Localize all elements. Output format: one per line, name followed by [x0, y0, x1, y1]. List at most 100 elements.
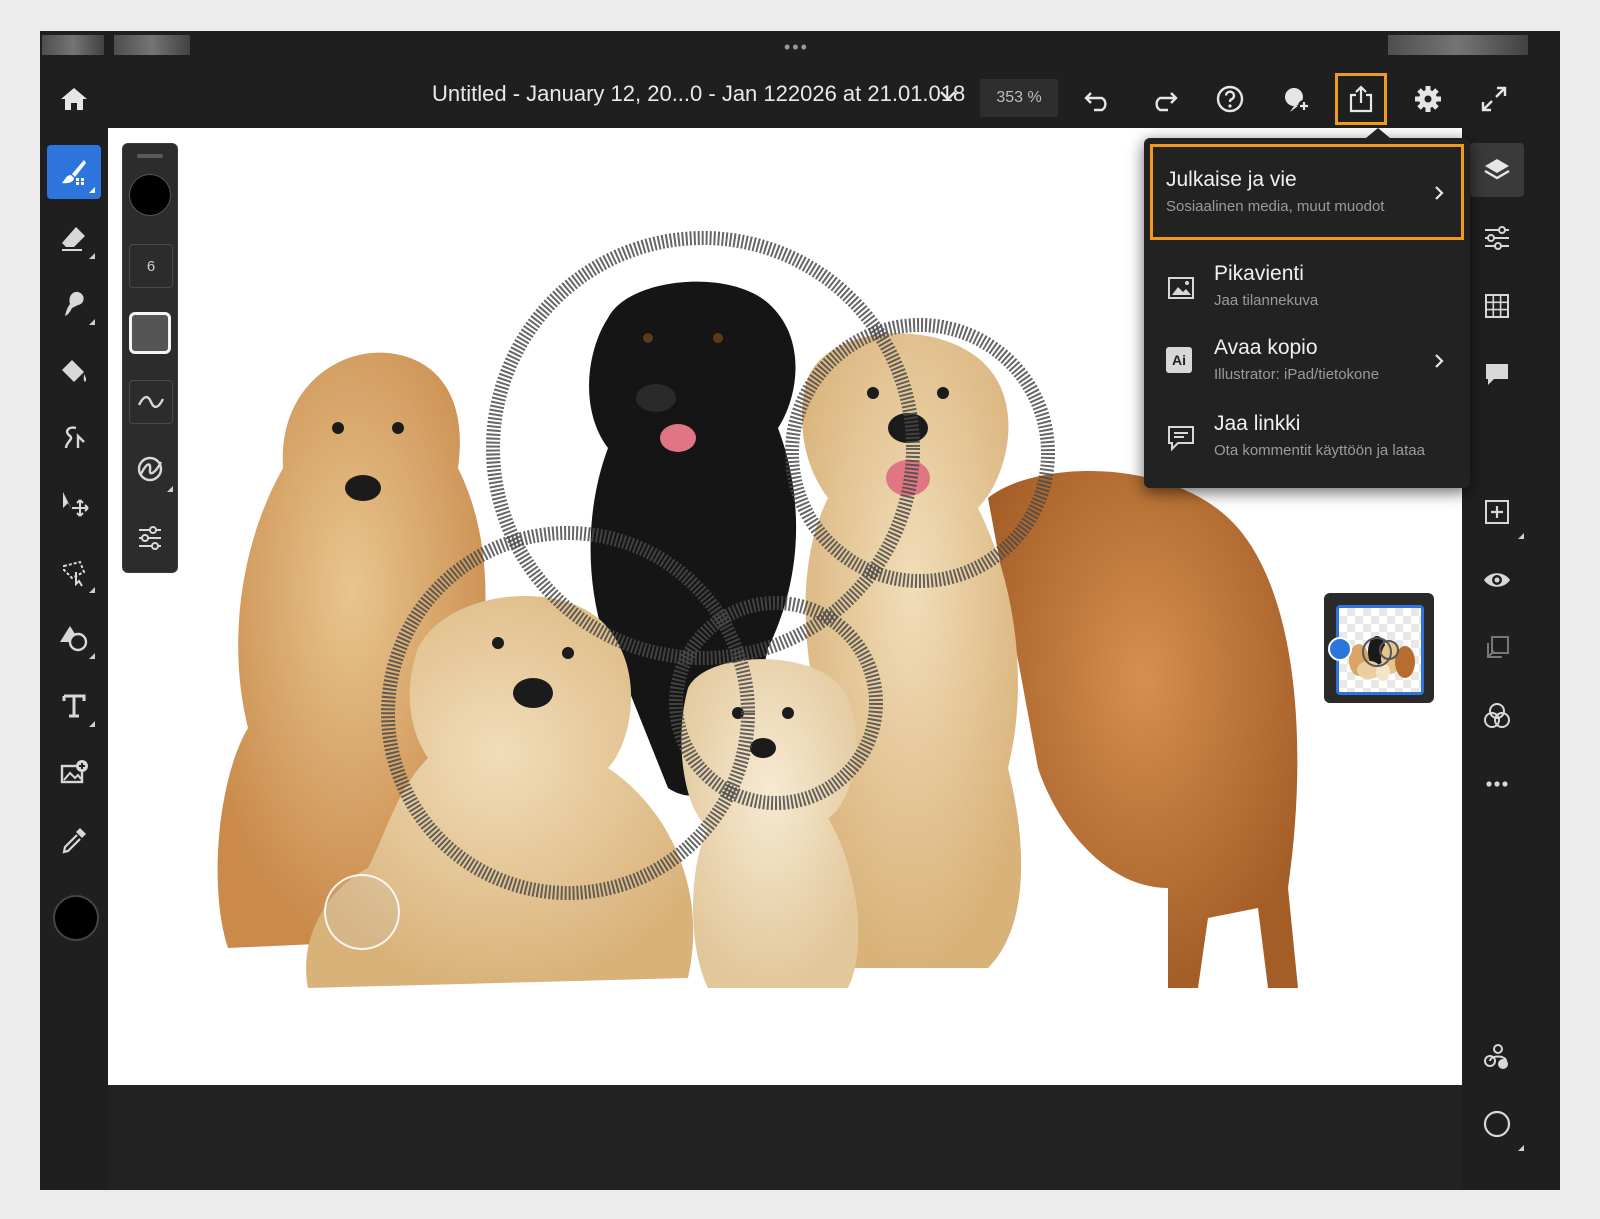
adjustments-icon [1485, 226, 1509, 250]
help-button[interactable] [1204, 73, 1256, 125]
layer-visibility-button[interactable] [1470, 553, 1524, 607]
livestream-button[interactable] [1470, 1029, 1524, 1083]
share-button[interactable] [1335, 73, 1387, 125]
comment-icon [1168, 426, 1194, 452]
grid-button[interactable] [1470, 279, 1524, 333]
redo-icon [1155, 92, 1178, 112]
selection-mode-button[interactable] [1470, 1097, 1524, 1151]
brush-size-field[interactable]: 6 [129, 244, 173, 288]
panel-drag-handle[interactable] [137, 154, 163, 158]
status-blur-right [1388, 35, 1528, 55]
brush-color-button[interactable] [129, 174, 171, 216]
brush-icon [62, 160, 86, 185]
paint-bucket-icon [62, 360, 87, 382]
smudge-tool[interactable] [47, 277, 101, 331]
layers-icon [1484, 159, 1510, 180]
invite-icon [1285, 88, 1310, 112]
status-blur-left [42, 35, 104, 55]
brush-library-icon [137, 456, 163, 482]
undo-icon [1084, 92, 1107, 112]
menu-item-publish-export[interactable]: Julkaise ja vie Sosiaalinen media, muut … [1150, 144, 1464, 240]
opacity-swatch [129, 312, 171, 354]
chevron-right-icon [1435, 354, 1444, 368]
menu-item-quick-export[interactable]: Pikavienti Jaa tilannekuva [1150, 256, 1464, 320]
home-button[interactable] [48, 73, 100, 125]
menu-item-title: Julkaise ja vie [1166, 168, 1297, 191]
place-image-tool[interactable] [47, 745, 101, 799]
eraser-icon [62, 227, 85, 251]
people-icon [1484, 1044, 1508, 1069]
brush-tool[interactable] [47, 145, 101, 199]
chevron-down-icon[interactable] [935, 83, 961, 109]
type-tool[interactable] [47, 679, 101, 733]
brush-opacity-button[interactable] [129, 312, 171, 354]
more-options-button[interactable] [1470, 757, 1524, 811]
foreground-color-swatch[interactable] [53, 895, 99, 941]
menu-item-subtitle: Illustrator: iPad/tietokone [1214, 366, 1380, 383]
eyedropper-tool[interactable] [47, 813, 101, 867]
eyedropper-icon [62, 828, 86, 854]
gear-icon [1415, 86, 1441, 112]
sliders-icon [139, 526, 161, 550]
share-menu: Julkaise ja vie Sosiaalinen media, muut … [1144, 128, 1470, 488]
menu-item-subtitle: Ota kommentit käyttöön ja lataa [1214, 442, 1425, 459]
stroke-icon [137, 395, 165, 409]
menu-item-title: Jaa linkki [1214, 412, 1301, 435]
layers-button[interactable] [1470, 143, 1524, 197]
redo-button[interactable] [1138, 73, 1190, 125]
circle-icon [1483, 1110, 1511, 1138]
eye-icon [1484, 573, 1510, 587]
blend-mode-button[interactable] [1470, 689, 1524, 743]
lasso-icon [63, 560, 86, 587]
document-title[interactable]: Untitled - January 12, 20...0 - Jan 1220… [432, 81, 965, 107]
chevron-right-icon [1435, 186, 1444, 200]
layers-thumbnail-panel [1324, 593, 1434, 703]
image-add-icon [60, 760, 88, 784]
menu-item-share-link[interactable]: Jaa linkki Ota kommentit käyttöön ja lat… [1150, 406, 1464, 470]
more-icon [1486, 781, 1508, 787]
layer-thumbnail-handle[interactable] [1328, 637, 1352, 661]
layer-properties-button[interactable] [1470, 211, 1524, 265]
move-tool[interactable] [47, 477, 101, 531]
brush-properties-panel: 6 [122, 143, 178, 573]
settings-button[interactable] [1402, 73, 1454, 125]
brush-stroke-button[interactable] [129, 380, 173, 424]
add-layer-icon [1485, 500, 1509, 524]
fullscreen-icon [1481, 86, 1507, 112]
brush-color-swatch [129, 174, 171, 216]
share-icon [1349, 85, 1373, 113]
fullscreen-button[interactable] [1468, 73, 1520, 125]
bottom-bar [108, 1085, 1462, 1190]
type-icon [62, 694, 86, 718]
brush-library-button[interactable] [129, 448, 173, 492]
brush-settings-button[interactable] [129, 516, 171, 558]
menu-item-subtitle: Sosiaalinen media, muut muodot [1166, 198, 1385, 215]
grid-icon [1485, 294, 1509, 318]
menu-item-open-copy[interactable]: Ai Avaa kopio Illustrator: iPad/tietokon… [1150, 330, 1464, 394]
dog-orange [988, 470, 1298, 989]
status-blur-left-2 [114, 35, 190, 55]
left-toolbar [40, 131, 108, 1190]
status-bar: ••• [40, 31, 1560, 59]
shapes-icon [60, 626, 88, 652]
multitasking-dots-icon[interactable]: ••• [784, 37, 809, 58]
invite-button[interactable] [1270, 73, 1322, 125]
eraser-tool[interactable] [47, 211, 101, 265]
lasso-tool[interactable] [47, 545, 101, 599]
lasso-select-tool[interactable] [47, 411, 101, 465]
image-icon [1168, 277, 1194, 299]
add-layer-button[interactable] [1470, 485, 1524, 539]
smudge-icon [65, 291, 84, 316]
move-icon [63, 492, 89, 517]
right-toolbar [1462, 131, 1560, 1190]
comments-button[interactable] [1470, 347, 1524, 401]
clipping-mask-button[interactable] [1470, 621, 1524, 675]
zoom-level[interactable]: 353 % [980, 79, 1058, 117]
clipping-mask-icon [1487, 636, 1509, 658]
fill-tool[interactable] [47, 345, 101, 399]
shape-tool[interactable] [47, 611, 101, 665]
comment-icon [1486, 364, 1508, 385]
undo-button[interactable] [1072, 73, 1124, 125]
app-window: ••• Untitled - January 12, 20...0 - Jan … [40, 31, 1560, 1190]
menu-item-title: Pikavienti [1214, 262, 1304, 285]
